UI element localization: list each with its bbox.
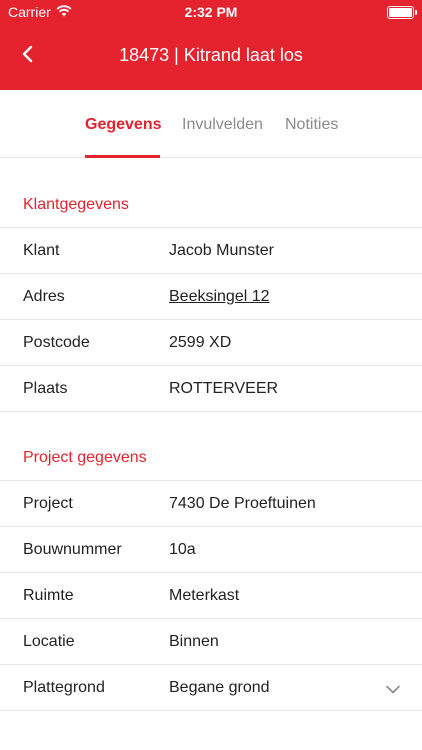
tab-invulvelden[interactable]: Invulvelden — [182, 116, 263, 134]
detail-row-plaats: Plaats ROTTERVEER — [0, 365, 422, 411]
row-label: Adres — [23, 288, 65, 305]
tab-notities[interactable]: Notities — [285, 116, 338, 134]
active-tab-indicator — [85, 155, 160, 158]
page-title: 18473 | Kitrand laat los — [119, 45, 303, 65]
row-value: Binnen — [169, 633, 219, 650]
status-bar: Carrier 2:32 PM — [0, 0, 422, 24]
row-value: 10a — [169, 541, 196, 558]
row-value: 2599 XD — [169, 334, 232, 351]
row-label: Project — [23, 495, 73, 512]
app-header: Carrier 2:32 PM 18473 | Kitrand laat los — [0, 0, 422, 90]
detail-row-locatie: Locatie Binnen — [0, 618, 422, 664]
tab-bar: Gegevens Invulvelden Notities — [0, 90, 422, 158]
divider — [0, 411, 422, 412]
status-time: 2:32 PM — [184, 4, 238, 20]
tab-gegevens[interactable]: Gegevens — [85, 116, 161, 134]
row-value: 7430 De Proeftuinen — [169, 495, 316, 512]
back-button[interactable] — [12, 40, 44, 72]
detail-row-plattegrond[interactable]: Plattegrond Begane grond — [0, 664, 422, 710]
row-label: Postcode — [23, 334, 90, 351]
plattegrond-select-value[interactable]: Begane grond — [169, 679, 270, 697]
detail-row-bouwnummer: Bouwnummer 10a — [0, 526, 422, 572]
battery-level — [389, 8, 412, 17]
detail-row-klant: Klant Jacob Munster — [0, 227, 422, 273]
navigation-bar: 18473 | Kitrand laat los — [0, 28, 422, 84]
row-value: Meterkast — [169, 587, 240, 604]
row-value: Jacob Munster — [169, 242, 274, 259]
detail-row-ruimte: Ruimte Meterkast — [0, 572, 422, 618]
section-title-klantgegevens: Klantgegevens — [23, 196, 129, 213]
row-label: Plattegrond — [23, 679, 105, 696]
detail-row-adres: Adres Beeksingel 12 — [0, 273, 422, 319]
row-label: Ruimte — [23, 587, 74, 604]
row-label: Klant — [23, 242, 60, 259]
row-value: ROTTERVEER — [169, 380, 279, 397]
divider — [0, 710, 422, 711]
detail-row-project: Project 7430 De Proeftuinen — [0, 480, 422, 526]
battery-tip — [415, 10, 417, 15]
section-title-project-gegevens: Project gegevens — [23, 449, 147, 466]
row-label: Locatie — [23, 633, 75, 650]
detail-row-postcode: Postcode 2599 XD — [0, 319, 422, 365]
chevron-down-icon[interactable] — [386, 681, 400, 699]
battery-icon — [387, 6, 417, 19]
row-label: Plaats — [23, 380, 68, 397]
address-link[interactable]: Beeksingel 12 — [169, 288, 270, 306]
row-label: Bouwnummer — [23, 541, 122, 558]
back-chevron-icon — [22, 45, 34, 68]
